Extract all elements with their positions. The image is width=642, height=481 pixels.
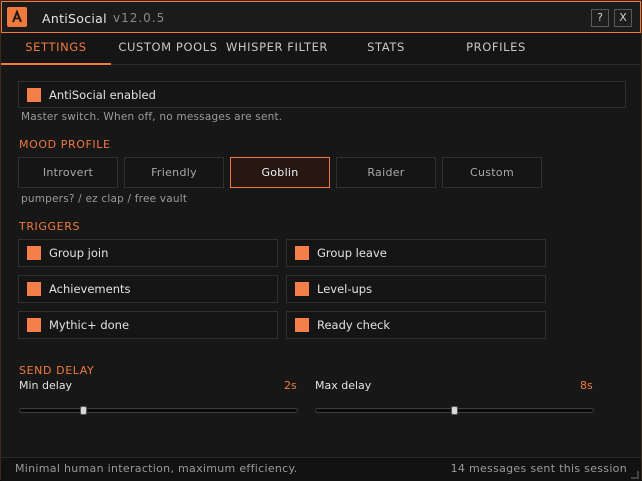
mood-hint: pumpers? / ez clap / free vault: [21, 193, 188, 205]
trigger-achievements[interactable]: Achievements: [18, 275, 278, 303]
tab-profiles[interactable]: PROFILES: [443, 34, 549, 65]
tab-custom-pools[interactable]: CUSTOM POOLS: [111, 34, 225, 65]
group-join-checkbox[interactable]: [27, 246, 41, 260]
master-toggle-row[interactable]: AntiSocial enabled: [18, 81, 626, 108]
achievements-checkbox[interactable]: [27, 282, 41, 296]
level-ups-label: Level-ups: [317, 282, 373, 296]
min-delay-value: 2s: [284, 379, 297, 392]
master-toggle-label: AntiSocial enabled: [49, 88, 156, 102]
max-delay-value: 8s: [580, 379, 593, 392]
mood-introvert-button[interactable]: Introvert: [18, 157, 118, 188]
resize-grip-icon[interactable]: [631, 471, 639, 479]
tab-stats[interactable]: STATS: [329, 34, 443, 65]
mood-custom-button[interactable]: Custom: [442, 157, 542, 188]
addon-logo-icon: [7, 7, 27, 27]
window-title: AntiSocial: [42, 11, 107, 26]
session-message-count: 14 messages sent this session: [450, 462, 627, 475]
level-ups-checkbox[interactable]: [295, 282, 309, 296]
send-delay-heading: SEND DELAY: [19, 364, 95, 377]
trigger-ready-check[interactable]: Ready check: [286, 311, 546, 339]
help-button[interactable]: ?: [591, 9, 609, 27]
min-delay-label: Min delay: [19, 379, 73, 392]
mood-profile-heading: MOOD PROFILE: [19, 138, 111, 151]
master-checkbox[interactable]: [27, 88, 41, 102]
status-bar: Minimal human interaction, maximum effic…: [1, 457, 641, 481]
max-delay-label: Max delay: [315, 379, 372, 392]
max-delay-slider-handle[interactable]: [451, 406, 458, 415]
ready-check-checkbox[interactable]: [295, 318, 309, 332]
title-bar[interactable]: AntiSocial v12.0.5 ? X: [1, 1, 641, 33]
close-button[interactable]: X: [614, 9, 632, 27]
tagline: Minimal human interaction, maximum effic…: [15, 462, 298, 475]
group-join-label: Group join: [49, 246, 109, 260]
mythic-plus-checkbox[interactable]: [27, 318, 41, 332]
triggers-heading: TRIGGERS: [19, 220, 81, 233]
min-delay-slider[interactable]: [19, 408, 298, 413]
min-delay-slider-handle[interactable]: [79, 406, 87, 415]
group-leave-label: Group leave: [317, 246, 387, 260]
mood-raider-button[interactable]: Raider: [336, 157, 436, 188]
group-leave-checkbox[interactable]: [295, 246, 309, 260]
trigger-level-ups[interactable]: Level-ups: [286, 275, 546, 303]
antisocial-window: AntiSocial v12.0.5 ? X SETTINGS CUSTOM P…: [0, 0, 642, 481]
mythic-plus-label: Mythic+ done: [49, 318, 130, 332]
settings-panel: AntiSocial enabled Master switch. When o…: [1, 66, 641, 456]
trigger-mythic-plus-done[interactable]: Mythic+ done: [18, 311, 278, 339]
ready-check-label: Ready check: [317, 318, 391, 332]
master-hint: Master switch. When off, no messages are…: [21, 111, 283, 123]
tab-settings[interactable]: SETTINGS: [1, 34, 111, 65]
mood-goblin-button[interactable]: Goblin: [230, 157, 330, 188]
trigger-group-join[interactable]: Group join: [18, 239, 278, 267]
trigger-group-leave[interactable]: Group leave: [286, 239, 546, 267]
tab-whisper-filter[interactable]: WHISPER FILTER: [225, 34, 329, 65]
version-label: v12.0.5: [113, 11, 166, 25]
mood-friendly-button[interactable]: Friendly: [124, 157, 224, 188]
achievements-label: Achievements: [49, 282, 131, 296]
tab-bar: SETTINGS CUSTOM POOLS WHISPER FILTER STA…: [1, 34, 641, 65]
